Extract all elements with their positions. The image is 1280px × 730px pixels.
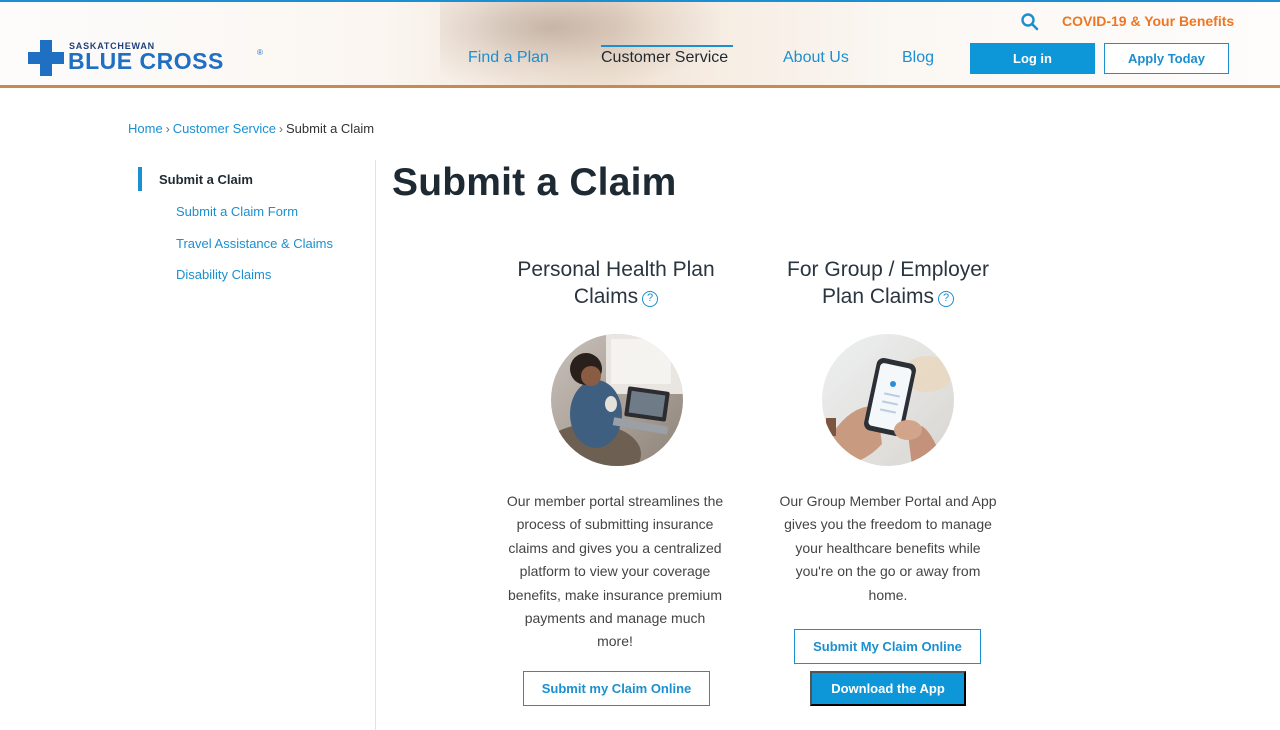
description-line: your healthcare benefits while [795,539,981,556]
group-submit-claim-online-button[interactable]: Submit My Claim Online [794,629,981,664]
description-line: Our Group Member Portal and App [779,493,997,509]
login-button[interactable]: Log in [970,43,1095,74]
apply-today-button[interactable]: Apply Today [1104,43,1229,74]
site-logo[interactable]: SASKATCHEWAN BLUE CROSS ® [28,40,268,78]
nav-find-a-plan[interactable]: Find a Plan [468,49,549,67]
hands-with-phone-photo [822,334,954,466]
nav-active-indicator [601,45,733,47]
breadcrumb-customer-service[interactable]: Customer Service [173,121,276,136]
breadcrumb-separator: › [165,122,170,136]
search-icon[interactable] [1020,12,1040,32]
nav-about-us[interactable]: About Us [783,49,849,67]
description-line: Our member portal streamlines the [506,493,724,509]
description-line: process of submitting insurance [516,516,714,533]
sidebar-item-travel-assistance[interactable]: Travel Assistance & Claims [176,236,333,251]
description-line: benefits, make insurance premium [508,586,722,603]
description-line: payments and manage much [524,610,706,627]
sidebar-item-submit-a-claim[interactable]: Submit a Claim [159,172,253,187]
sidebar-divider [375,160,376,730]
personal-claims-title-line2: Claims [573,285,639,308]
group-claims-title-line1: For Group / Employer [787,258,989,281]
personal-claims-title-line1: Personal Health Plan [517,258,715,281]
breadcrumb-home[interactable]: Home [128,121,163,136]
logo-wordmark: BLUE CROSS [68,48,224,74]
nav-customer-service[interactable]: Customer Service [601,49,728,67]
download-the-app-button[interactable]: Download the App [810,671,966,706]
personal-claims-title: Personal Health Plan Claims? [486,256,746,310]
page-title: Submit a Claim [392,161,677,204]
description-line: more! [597,633,633,650]
woman-with-laptop-photo [551,334,683,466]
personal-claims-description: Our member portal streamlines the proces… [486,490,744,654]
submit-my-claim-online-button[interactable]: Submit my Claim Online [523,671,710,706]
breadcrumb-current: Submit a Claim [286,121,375,136]
group-claims-title: For Group / Employer Plan Claims? [758,256,1018,310]
breadcrumb: Home › Customer Service › Submit a Claim [128,121,374,136]
description-line: gives you the freedom to manage [784,516,992,533]
covid-benefits-link[interactable]: COVID-19 & Your Benefits [1062,13,1234,29]
cross-logo-icon [28,40,64,76]
help-icon[interactable]: ? [642,290,659,307]
description-line: home. [868,586,908,603]
site-header: SASKATCHEWAN BLUE CROSS ® COVID-19 & You… [0,0,1280,88]
sidebar-item-disability-claims[interactable]: Disability Claims [176,267,271,282]
group-claims-description: Our Group Member Portal and App gives yo… [758,490,1018,607]
sidebar-active-indicator [138,167,142,191]
help-icon[interactable]: ? [938,290,955,307]
nav-blog[interactable]: Blog [902,49,934,67]
description-line: you're on the go or away from [795,563,981,580]
logo-registered: ® [257,48,263,57]
sidebar-item-submit-a-claim-form[interactable]: Submit a Claim Form [176,204,298,219]
breadcrumb-separator: › [279,122,283,136]
description-line: claims and gives you a centralized [508,539,722,556]
group-claims-title-line2: Plan Claims [821,285,935,308]
description-line: platform to view your coverage [519,563,711,580]
